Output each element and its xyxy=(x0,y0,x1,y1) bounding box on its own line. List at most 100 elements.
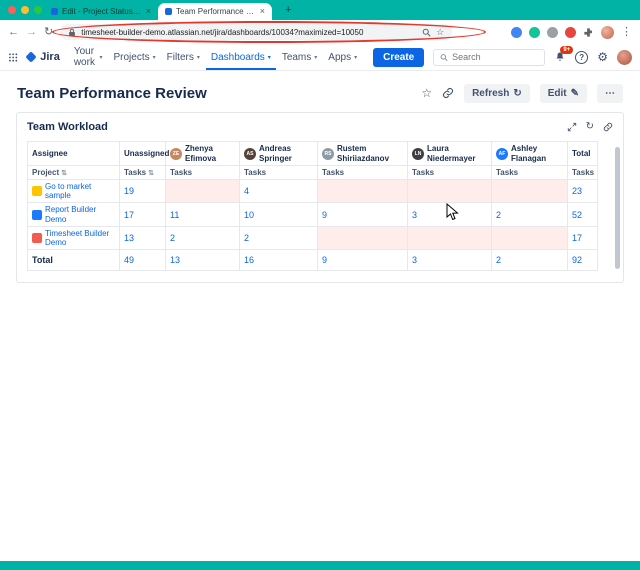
empty-cell xyxy=(491,225,568,251)
project-column-header[interactable]: Project ⇅ xyxy=(27,165,120,180)
task-count-link[interactable]: 17 xyxy=(124,210,134,220)
column-total-link[interactable]: 9 xyxy=(322,255,327,265)
project-link[interactable]: Report Builder Demo xyxy=(45,205,115,223)
extension-icon[interactable] xyxy=(529,26,540,38)
jira-logo[interactable]: Jira xyxy=(25,51,60,63)
project-icon xyxy=(32,232,42,243)
gadget-refresh-icon[interactable]: ↻ xyxy=(586,122,594,132)
grand-total-link[interactable]: 92 xyxy=(572,255,582,265)
minimize-window-button[interactable] xyxy=(21,6,29,14)
task-count-link[interactable]: 9 xyxy=(322,210,327,220)
window-controls xyxy=(8,6,42,14)
create-button[interactable]: Create xyxy=(373,47,425,67)
chevron-down-icon: ▾ xyxy=(354,54,358,61)
task-count-link[interactable]: 2 xyxy=(244,233,249,243)
notification-badge: 9+ xyxy=(560,46,574,54)
column-total-link[interactable]: 16 xyxy=(244,255,254,265)
browser-tab-active[interactable]: Team Performance Review × xyxy=(158,3,272,20)
gadget-link-icon[interactable] xyxy=(603,122,613,132)
project-icon xyxy=(32,209,42,220)
task-count-link[interactable]: 2 xyxy=(496,210,501,220)
assignee-name: Ashley Flanagan xyxy=(511,144,547,163)
nav-item-your-work[interactable]: Your work ▾ xyxy=(69,44,108,70)
task-count-link[interactable]: 11 xyxy=(170,210,179,220)
column-total-link[interactable]: 3 xyxy=(412,255,417,265)
notifications-button[interactable]: 9+ xyxy=(554,46,574,63)
workload-table: Assignee Unassigned ZE Zhenya Efimova AS A… xyxy=(27,141,598,272)
help-button[interactable]: ? xyxy=(575,50,589,64)
avatar: ZE xyxy=(170,147,182,160)
jira-nav-right: 9+ ? ⚙ xyxy=(433,46,632,66)
task-count-link[interactable]: 2 xyxy=(170,233,175,243)
favorite-star-icon[interactable]: ☆ xyxy=(421,87,432,99)
table-row: Report Builder Demo 17 11 10 9 3 2 52 xyxy=(27,202,598,227)
browser-menu-icon[interactable]: ⋮ xyxy=(621,26,632,38)
task-count-link[interactable]: 10 xyxy=(244,210,254,220)
nav-item-apps[interactable]: Apps ▾ xyxy=(323,44,362,70)
forward-icon[interactable]: → xyxy=(26,26,37,38)
share-link-icon[interactable] xyxy=(442,87,454,99)
tasks-column-header[interactable]: Tasks xyxy=(317,165,408,180)
new-tab-button[interactable]: + xyxy=(285,4,291,16)
close-window-button[interactable] xyxy=(8,6,16,14)
task-count-link[interactable]: 19 xyxy=(124,186,134,196)
refresh-button[interactable]: Refresh ↻ xyxy=(464,83,530,103)
nav-item-teams[interactable]: Teams ▾ xyxy=(277,44,322,70)
bookmark-star-icon[interactable]: ☆ xyxy=(436,27,444,37)
extension-icon[interactable] xyxy=(547,26,558,38)
user-avatar[interactable] xyxy=(617,49,632,65)
more-button[interactable]: ⋯ xyxy=(597,83,623,103)
extension-icon[interactable] xyxy=(565,26,576,38)
total-row: Total 49 13 16 9 3 2 92 xyxy=(27,249,598,272)
address-bar[interactable]: timesheet-builder-demo.atlassian.net/jir… xyxy=(60,24,453,40)
assignee-header: Assignee xyxy=(32,149,68,158)
tasks-column-header[interactable]: Tasks xyxy=(239,165,318,180)
team-workload-gadget: Team Workload ↻ Assignee Unassigned ZE Zh… xyxy=(16,112,624,283)
tasks-column-header[interactable]: Tasks xyxy=(165,165,240,180)
tasks-column-header[interactable]: Tasks xyxy=(407,165,492,180)
tasks-column-header[interactable]: Tasks ⇅ xyxy=(119,165,166,180)
back-icon[interactable]: ← xyxy=(8,26,19,38)
sort-icon[interactable]: ⇅ xyxy=(148,170,154,177)
extensions-puzzle-icon[interactable] xyxy=(583,27,594,38)
zoom-icon[interactable] xyxy=(422,28,431,37)
row-total-link[interactable]: 17 xyxy=(572,233,582,243)
close-tab-icon[interactable]: × xyxy=(146,7,151,16)
jira-logo-text: Jira xyxy=(40,51,60,63)
row-total-link[interactable]: 23 xyxy=(572,186,582,196)
tasks-column-header[interactable]: Tasks xyxy=(491,165,568,180)
reload-icon[interactable]: ↻ xyxy=(44,26,53,38)
tasks-column-header[interactable]: Tasks xyxy=(567,165,598,180)
zoom-window-button[interactable] xyxy=(34,6,42,14)
empty-cell xyxy=(165,178,240,204)
extension-icon[interactable] xyxy=(511,26,522,38)
browser-profile-avatar[interactable] xyxy=(601,25,614,39)
search-box[interactable] xyxy=(433,48,546,66)
search-input[interactable] xyxy=(452,52,539,62)
assignee-name: Rustem Shiriiazdanov xyxy=(337,144,390,163)
task-count-link[interactable]: 13 xyxy=(124,233,134,243)
edit-button[interactable]: Edit ✎ xyxy=(539,83,587,103)
project-link[interactable]: Timesheet Builder Demo xyxy=(45,229,115,247)
collapse-expand-icon[interactable] xyxy=(567,122,577,132)
row-total-link[interactable]: 52 xyxy=(572,210,582,220)
project-link[interactable]: Go to market sample xyxy=(45,182,115,200)
task-count-link[interactable]: 4 xyxy=(244,186,249,196)
tasks-header-row: Project ⇅ Tasks ⇅ Tasks Tasks Tasks Tasks … xyxy=(27,165,598,180)
nav-item-projects[interactable]: Projects ▾ xyxy=(108,44,160,70)
sort-icon[interactable]: ⇅ xyxy=(61,170,67,177)
url-text: timesheet-builder-demo.atlassian.net/jir… xyxy=(81,27,364,37)
settings-gear-icon[interactable]: ⚙ xyxy=(597,51,608,63)
jira-logo-icon xyxy=(25,51,37,63)
column-total-link[interactable]: 13 xyxy=(170,255,180,265)
column-total-link[interactable]: 49 xyxy=(124,255,134,265)
app-switcher-icon[interactable] xyxy=(8,52,18,63)
browser-tab-inactive[interactable]: Edit - Project Status Report × xyxy=(44,3,158,20)
vertical-scrollbar[interactable] xyxy=(615,147,620,269)
nav-item-filters[interactable]: Filters ▾ xyxy=(162,44,205,70)
nav-item-dashboards[interactable]: Dashboards ▾ xyxy=(205,44,276,70)
close-tab-icon[interactable]: × xyxy=(260,7,265,16)
task-count-link[interactable]: 3 xyxy=(412,210,417,220)
avatar: AS xyxy=(244,147,256,160)
column-total-link[interactable]: 2 xyxy=(496,255,501,265)
